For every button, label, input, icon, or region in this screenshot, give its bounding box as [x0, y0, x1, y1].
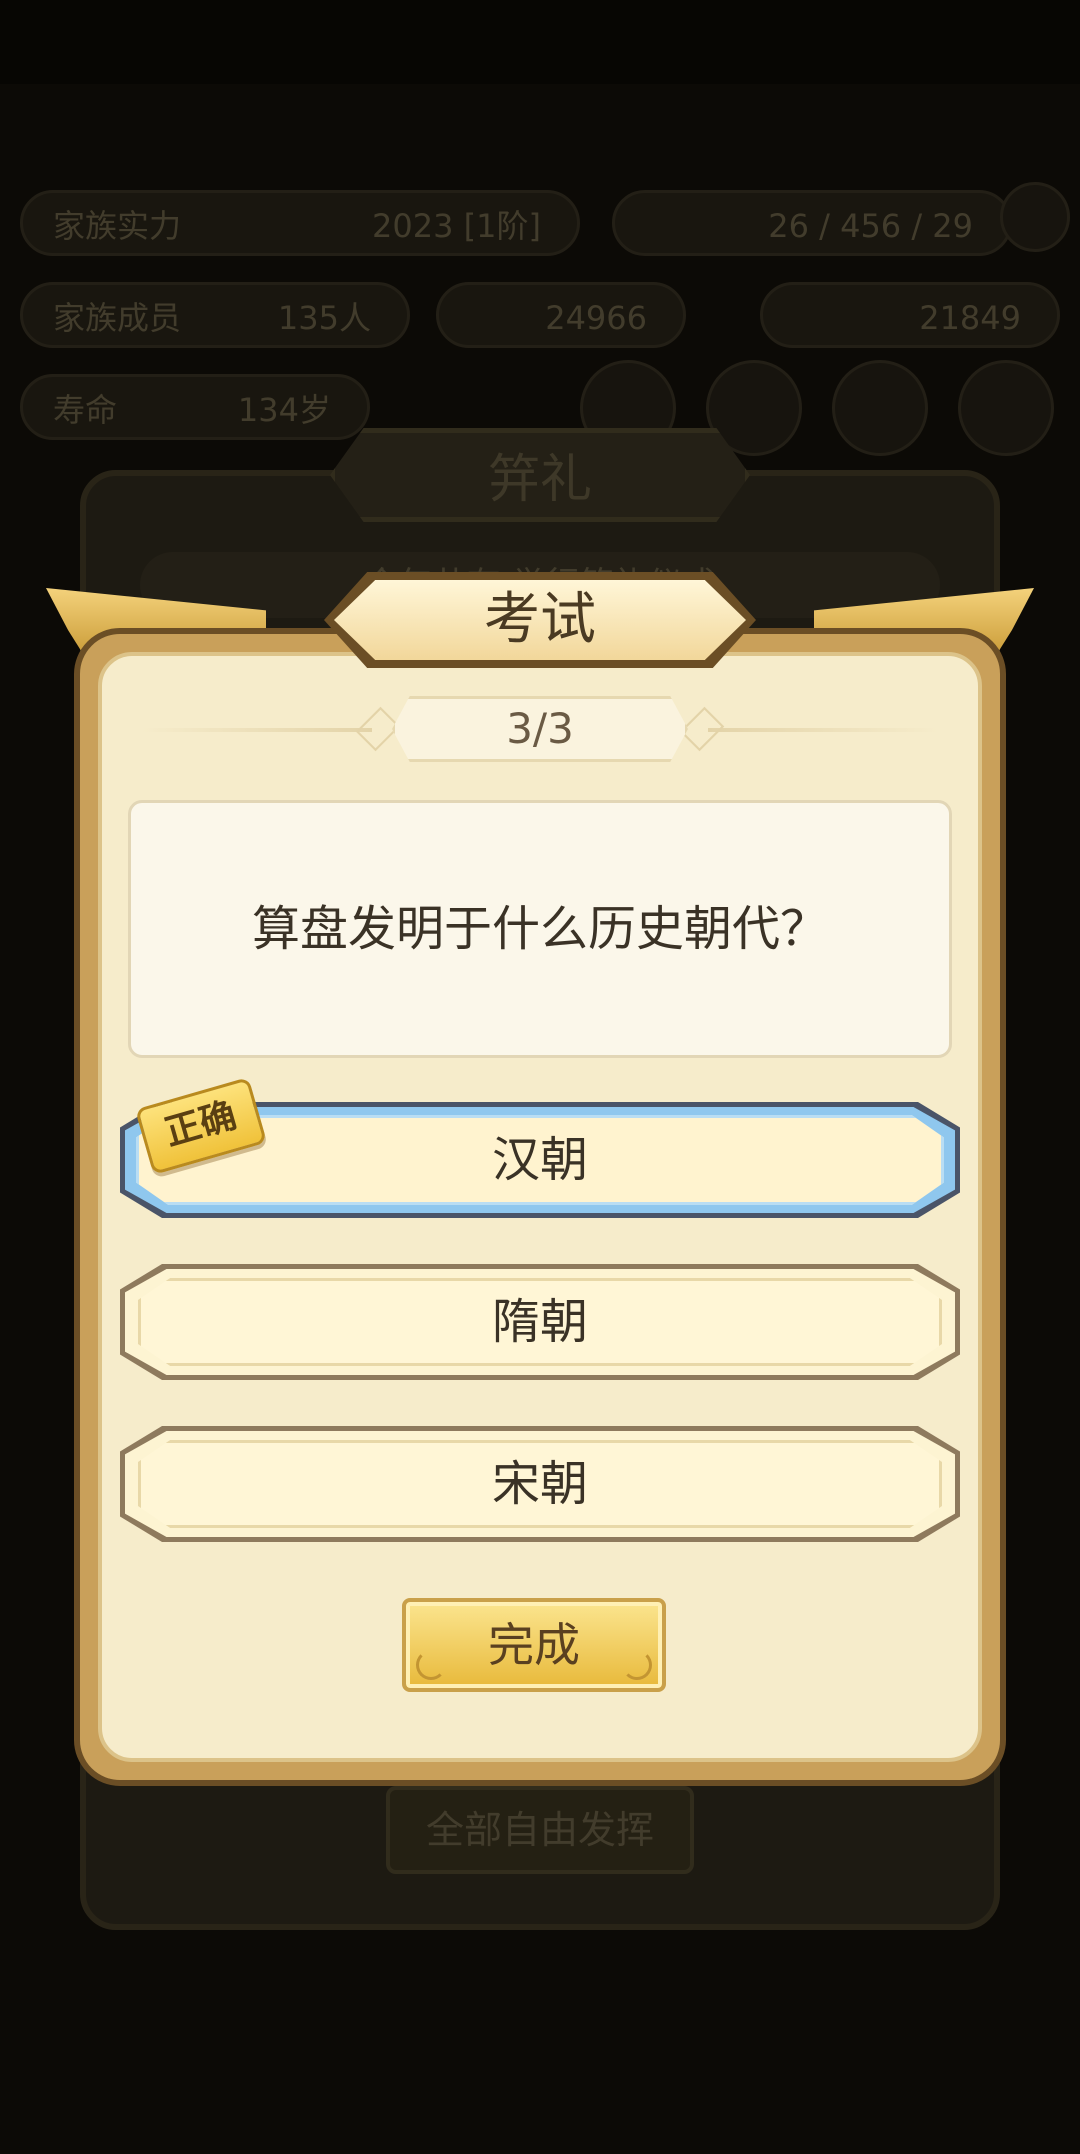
answer-option-3[interactable]: 宋朝: [120, 1426, 960, 1542]
corner-ornament-icon: [416, 1650, 446, 1680]
hud-label: 家族实力: [53, 207, 182, 245]
question-progress: 3/3: [392, 696, 688, 762]
status-bar: [0, 0, 1080, 84]
hud-family-power: 家族实力 2023 [1阶]: [20, 190, 580, 256]
done-button[interactable]: 完成: [402, 1598, 666, 1692]
answer-option-label: 隋朝: [491, 1294, 588, 1350]
hud-value: 21849: [919, 299, 1021, 337]
question-text: 算盘发明于什么历史朝代？: [128, 800, 952, 1058]
done-button-label: 完成: [488, 1618, 580, 1672]
progress-divider-left: [142, 728, 372, 732]
menu-round-icon[interactable]: [832, 360, 928, 456]
all-free-play-button[interactable]: 全部自由发挥: [386, 1786, 694, 1874]
hud-money: 21849: [760, 282, 1060, 348]
hud-resources: 26 / 456 / 29: [612, 190, 1012, 256]
hud-value: 26 / 456 / 29: [768, 207, 973, 245]
help-icon[interactable]: [1000, 182, 1070, 252]
answer-option-label: 宋朝: [491, 1456, 588, 1512]
hud-value: 135人: [277, 299, 371, 337]
progress-divider-right: [708, 728, 938, 732]
dialog-title: 考试: [334, 580, 746, 660]
hud-value: 2023 [1阶]: [372, 207, 541, 245]
hud-lifespan: 寿命 134岁: [20, 374, 370, 440]
answer-option-2[interactable]: 隋朝: [120, 1264, 960, 1380]
hud-members: 家族成员 135人: [20, 282, 410, 348]
hud-value: 134岁: [237, 391, 331, 429]
hud-food: 24966: [436, 282, 686, 348]
hud-label: 寿命: [53, 391, 118, 429]
hud-label: 家族成员: [53, 299, 182, 337]
hud-value: 24966: [545, 299, 647, 337]
ceremony-panel-title: 笄礼: [330, 428, 750, 522]
corner-ornament-icon: [622, 1650, 652, 1680]
menu-round-icon[interactable]: [958, 360, 1054, 456]
